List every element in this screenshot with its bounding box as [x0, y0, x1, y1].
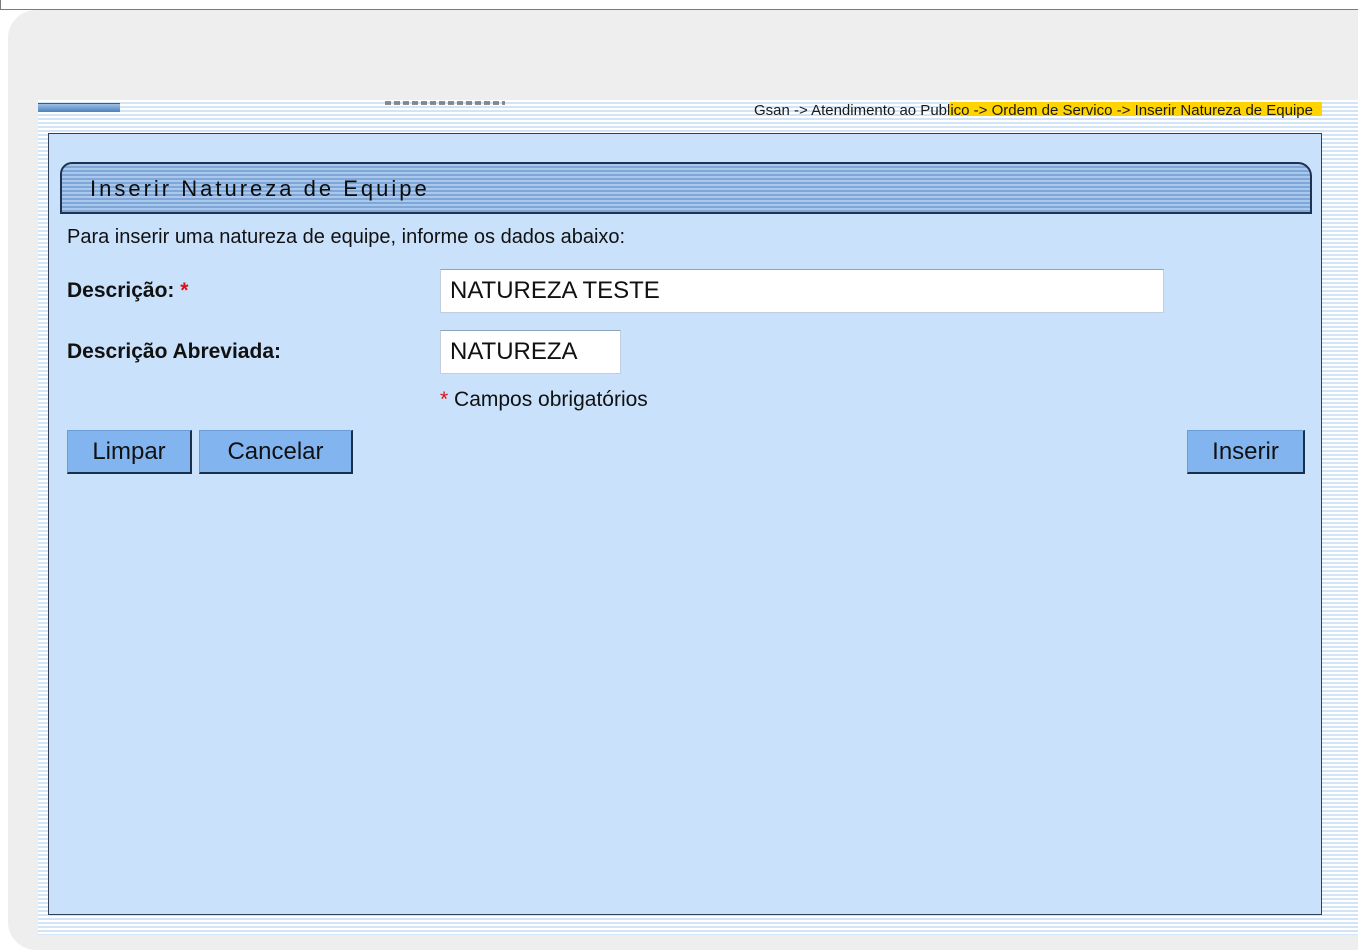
- descricao-label: Descrição: *: [67, 279, 188, 303]
- form-panel: Inserir Natureza de Equipe Para inserir …: [48, 133, 1322, 915]
- limpar-button[interactable]: Limpar: [67, 430, 192, 474]
- cancelar-button[interactable]: Cancelar: [199, 430, 353, 474]
- form-instruction: Para inserir uma natureza de equipe, inf…: [67, 226, 626, 248]
- descricao-abreviada-label: Descrição Abreviada:: [67, 340, 281, 363]
- logo-fragment: [385, 101, 505, 105]
- required-note-text: Campos obrigatórios: [454, 388, 648, 411]
- window-top-strip: [0, 0, 1358, 10]
- descricao-input[interactable]: [440, 269, 1164, 313]
- inserir-button[interactable]: Inserir: [1187, 430, 1305, 474]
- page-title: Inserir Natureza de Equipe: [90, 176, 430, 201]
- descricao-abreviada-input[interactable]: [440, 330, 621, 374]
- form-title-bar: Inserir Natureza de Equipe: [60, 162, 1312, 214]
- breadcrumb: Gsan -> Atendimento ao Publico -> Ordem …: [753, 102, 1313, 119]
- descricao-label-text: Descrição:: [67, 279, 175, 302]
- required-star: *: [180, 279, 189, 302]
- required-note-star: *: [440, 388, 449, 411]
- required-fields-note: * Campos obrigatórios: [440, 388, 648, 412]
- header-tab: [38, 103, 120, 112]
